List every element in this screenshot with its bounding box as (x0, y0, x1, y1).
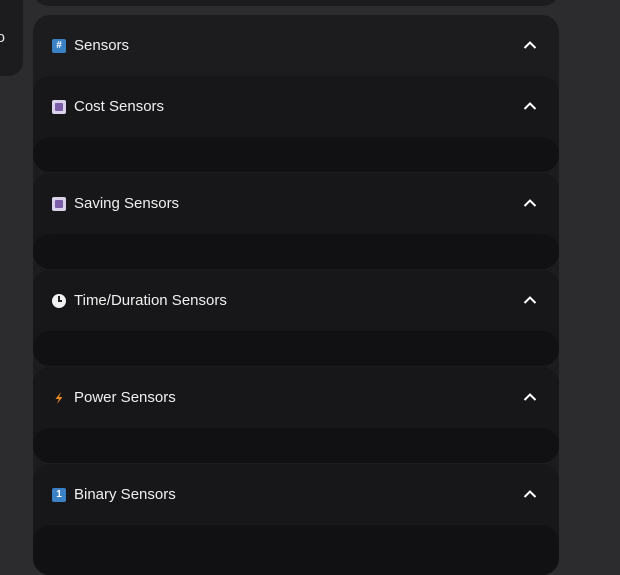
section-time-header[interactable]: Time/Duration Sensors (33, 270, 559, 331)
left-panel-text: o (0, 29, 5, 46)
hash-icon: # (52, 38, 66, 53)
chevron-up-icon[interactable] (523, 197, 537, 209)
section-binary: 1 Binary Sensors (33, 464, 559, 575)
section-time-title: Time/Duration Sensors (74, 292, 227, 309)
money-icon (52, 99, 66, 114)
section-power-header[interactable]: Power Sensors (33, 367, 559, 428)
lightning-icon (55, 391, 63, 404)
section-cost-title: Cost Sensors (74, 98, 165, 115)
section-saving-body (33, 234, 559, 269)
left-panel-card[interactable]: o (0, 0, 23, 76)
one-icon: 1 (52, 487, 66, 502)
section-binary-body (33, 525, 559, 575)
section-saving-title: Saving Sensors (74, 195, 180, 212)
chevron-up-icon[interactable] (523, 294, 537, 306)
money-icon (52, 196, 66, 211)
previous-card (33, 0, 559, 6)
sensors-title: Sensors (74, 37, 130, 54)
section-saving-header[interactable]: Saving Sensors (33, 173, 559, 234)
section-power: Power Sensors (33, 367, 559, 463)
section-binary-title: Binary Sensors (74, 486, 176, 503)
chevron-up-icon[interactable] (523, 488, 537, 500)
section-cost: Cost Sensors (33, 76, 559, 172)
section-binary-header[interactable]: 1 Binary Sensors (33, 464, 559, 525)
sensors-header[interactable]: # Sensors (33, 15, 559, 76)
clock-icon (52, 293, 66, 308)
chevron-up-icon[interactable] (523, 39, 537, 51)
section-time: Time/Duration Sensors (33, 270, 559, 366)
chevron-up-icon[interactable] (523, 100, 537, 112)
sensors-panel: # Sensors Cost Sensors Saving Sensors Ti… (33, 15, 559, 575)
section-cost-body (33, 137, 559, 172)
section-power-title: Power Sensors (74, 389, 176, 406)
section-cost-header[interactable]: Cost Sensors (33, 76, 559, 137)
section-power-body (33, 428, 559, 463)
section-time-body (33, 331, 559, 366)
section-saving: Saving Sensors (33, 173, 559, 269)
chevron-up-icon[interactable] (523, 391, 537, 403)
